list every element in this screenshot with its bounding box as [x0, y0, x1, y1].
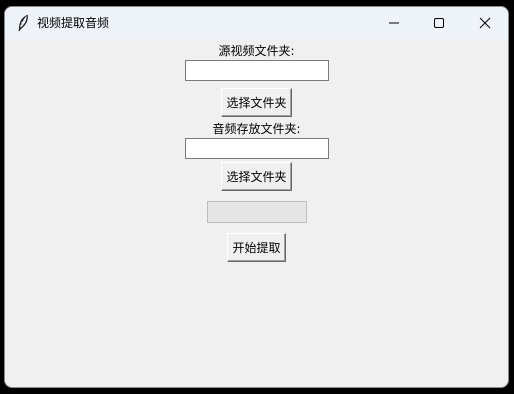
- maximize-button[interactable]: [416, 7, 462, 39]
- window-title: 视频提取音频: [37, 16, 110, 30]
- close-icon: [479, 17, 491, 29]
- select-output-folder-button[interactable]: 选择文件夹: [221, 162, 292, 191]
- app-window: 视频提取音频 源视频文件夹: 选择文件夹 音频存放文件夹: 选择文件夹 开始提取: [4, 6, 509, 388]
- output-folder-label: 音频存放文件夹:: [212, 122, 301, 136]
- select-source-folder-button[interactable]: 选择文件夹: [221, 88, 292, 117]
- title-bar[interactable]: 视频提取音频: [5, 7, 508, 39]
- progress-bar: [207, 201, 307, 223]
- minimize-button[interactable]: [371, 7, 417, 39]
- minimize-icon: [388, 17, 400, 29]
- client-area: 源视频文件夹: 选择文件夹 音频存放文件夹: 选择文件夹 开始提取: [5, 39, 508, 387]
- source-folder-input[interactable]: [185, 60, 329, 81]
- maximize-icon: [433, 17, 445, 29]
- output-folder-input[interactable]: [185, 138, 329, 159]
- feather-icon: [15, 14, 31, 32]
- close-button[interactable]: [462, 7, 508, 39]
- start-extract-button[interactable]: 开始提取: [227, 233, 286, 262]
- source-folder-label: 源视频文件夹:: [218, 44, 295, 58]
